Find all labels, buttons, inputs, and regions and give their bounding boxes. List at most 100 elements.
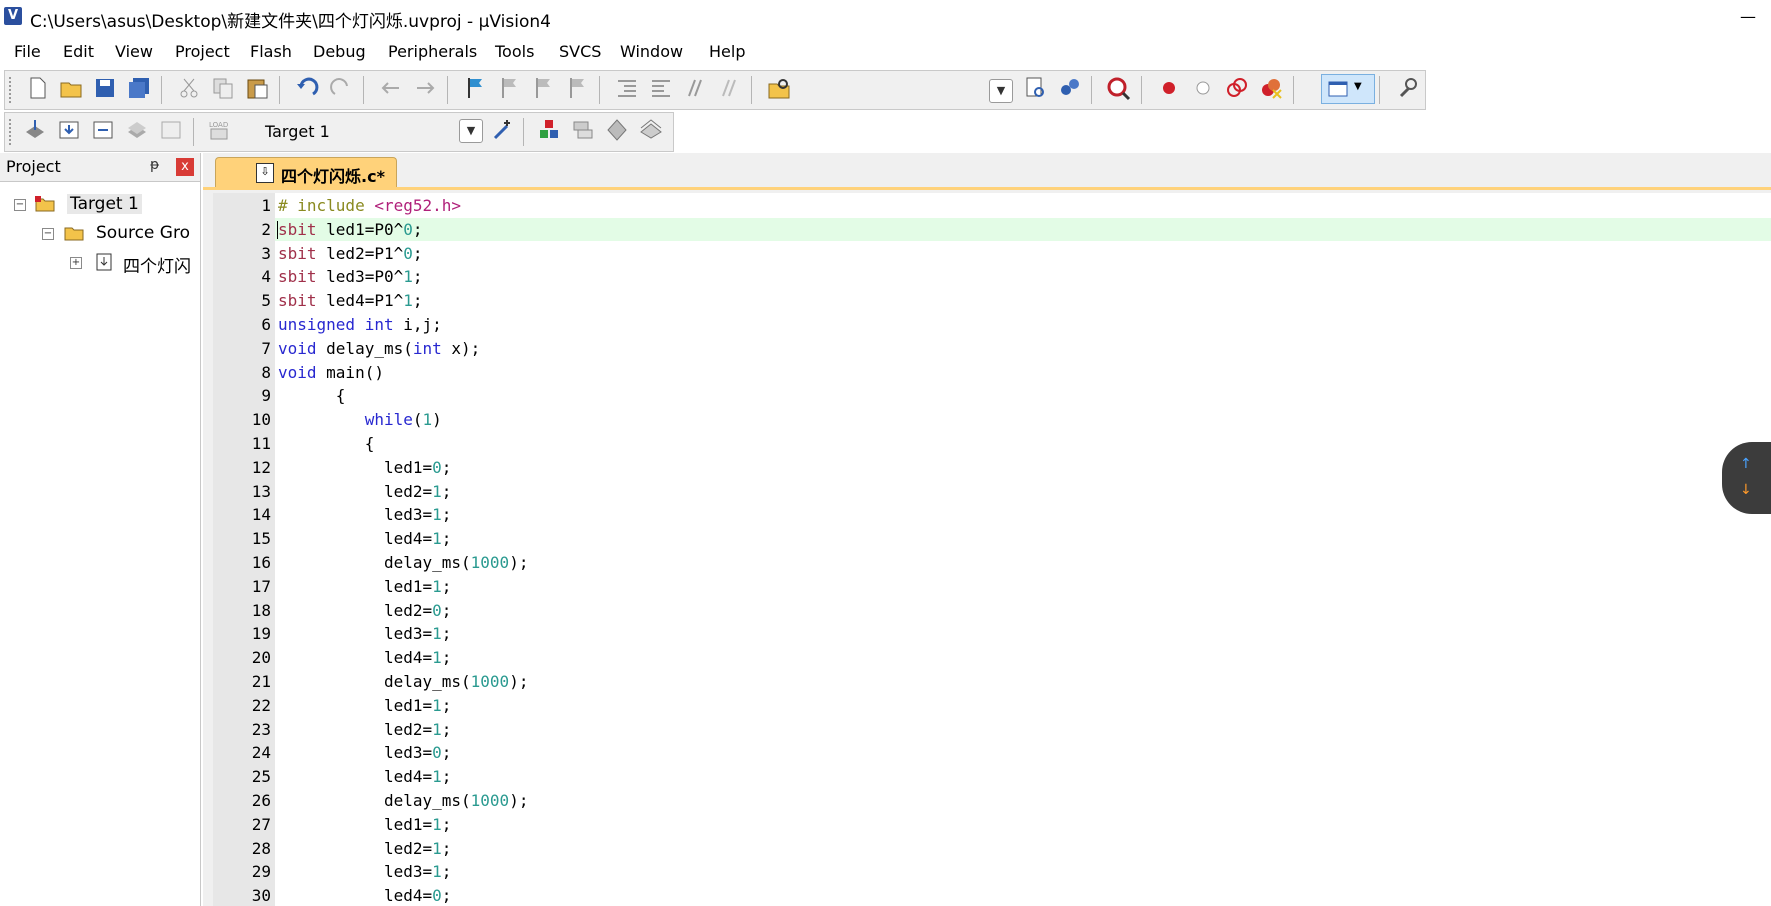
kill-all-breakpoints-icon[interactable]	[1257, 74, 1285, 102]
disable-all-breakpoints-icon[interactable]	[1223, 74, 1251, 102]
menu-peripherals[interactable]: Peripherals	[388, 42, 477, 61]
scroll-helper-widget[interactable]: ↑ ↓	[1722, 442, 1771, 514]
code-token: 0	[432, 458, 442, 477]
menu-edit[interactable]: Edit	[63, 42, 94, 61]
code-line: led1=1;	[278, 815, 451, 834]
expand-file-icon[interactable]: +	[70, 257, 82, 269]
navigate-back-icon[interactable]	[377, 74, 405, 102]
tree-item-source-group[interactable]: − Source Gro	[0, 222, 200, 248]
target-folder-icon	[35, 196, 55, 212]
uncomment-icon[interactable]	[715, 74, 743, 102]
previous-bookmark-icon[interactable]	[495, 74, 523, 102]
incremental-find-icon[interactable]	[1055, 74, 1083, 102]
menu-svcs[interactable]: SVCS	[559, 42, 601, 61]
line-number: 3	[261, 244, 271, 263]
copy-icon[interactable]	[209, 74, 237, 102]
code-token: 0	[403, 220, 413, 239]
code-token: ;	[441, 743, 452, 762]
debug-session-icon[interactable]	[1105, 74, 1133, 102]
collapse-group-icon[interactable]: −	[42, 228, 54, 240]
line-number: 24	[251, 743, 271, 762]
tab-source-file[interactable]: ⇩ 四个灯闪烁.c*	[215, 157, 397, 188]
window-layout-button[interactable]: ▼	[1321, 74, 1375, 104]
clear-bookmarks-icon[interactable]	[563, 74, 591, 102]
minimize-button[interactable]: —	[1733, 2, 1763, 32]
open-folder-icon[interactable]	[57, 74, 85, 102]
toolbar-grip[interactable]	[9, 77, 14, 103]
code-token: led3=	[278, 862, 433, 881]
code-token: void	[278, 339, 317, 358]
indent-icon[interactable]	[613, 74, 641, 102]
code-line: led3=1;	[278, 505, 451, 524]
line-number: 29	[251, 862, 271, 881]
scroll-down-icon[interactable]: ↓	[1740, 482, 1752, 498]
batch-build-icon[interactable]	[123, 116, 151, 144]
code-token: led4=	[278, 529, 433, 548]
target-options-icon[interactable]	[489, 116, 517, 144]
menu-help[interactable]: Help	[709, 42, 745, 61]
code-token: 1	[432, 529, 442, 548]
close-panel-icon[interactable]: x	[176, 158, 194, 176]
collapse-target-icon[interactable]: −	[14, 199, 26, 211]
rebuild-icon[interactable]	[89, 116, 117, 144]
redo-icon[interactable]	[327, 74, 355, 102]
code-token: 1	[432, 839, 442, 858]
navigate-forward-icon[interactable]	[411, 74, 439, 102]
select-packs-icon[interactable]	[569, 116, 597, 144]
insert-breakpoint-icon[interactable]	[1155, 74, 1183, 102]
unindent-icon[interactable]	[647, 74, 675, 102]
code-token: sbit	[278, 244, 317, 263]
undo-icon[interactable]	[293, 74, 321, 102]
code-token: led4=	[278, 886, 433, 905]
cut-icon[interactable]	[175, 74, 203, 102]
line-number: 10	[251, 410, 271, 429]
stop-build-icon[interactable]	[157, 116, 185, 144]
enable-breakpoint-icon[interactable]	[1189, 74, 1217, 102]
find-icon[interactable]	[1021, 74, 1049, 102]
menu-flash[interactable]: Flash	[250, 42, 292, 61]
menu-debug[interactable]: Debug	[313, 42, 366, 61]
code-token: led3=	[278, 743, 433, 762]
save-all-icon[interactable]	[125, 74, 153, 102]
menu-view[interactable]: View	[115, 42, 153, 61]
code-token: # include	[278, 196, 375, 215]
translate-icon[interactable]	[21, 116, 49, 144]
find-dropdown[interactable]: ▼	[989, 79, 1013, 103]
manage-components-icon[interactable]	[603, 116, 631, 144]
window-title: C:\Users\asus\Desktop\新建文件夹\四个灯闪烁.uvproj…	[30, 12, 551, 32]
menu-tools[interactable]: Tools	[495, 42, 534, 61]
menu-file[interactable]: File	[14, 42, 41, 61]
pin-icon[interactable]: ᵽ	[150, 157, 159, 173]
next-bookmark-icon[interactable]	[529, 74, 557, 102]
build-icon[interactable]	[55, 116, 83, 144]
code-token: delay_ms(	[278, 672, 471, 691]
comment-icon[interactable]	[681, 74, 709, 102]
new-file-icon[interactable]	[23, 74, 51, 102]
target-dropdown-arrow[interactable]: ▼	[459, 119, 483, 143]
toolbar-separator	[161, 76, 162, 104]
pack-installer-icon[interactable]	[637, 116, 665, 144]
tree-item-target[interactable]: − Target 1	[0, 193, 200, 219]
code-token: ;	[441, 624, 452, 643]
toolbar-separator	[363, 76, 364, 104]
target-select-value: Target 1	[265, 122, 330, 141]
text-caret	[277, 221, 278, 239]
scroll-up-icon[interactable]: ↑	[1740, 456, 1752, 472]
tree-item-file[interactable]: + 四个灯闪	[0, 251, 200, 277]
menu-window[interactable]: Window	[620, 42, 683, 61]
target-select[interactable]: Target 1 ▼	[257, 117, 483, 145]
configure-wrench-icon[interactable]	[1393, 74, 1421, 102]
code-token: 1000	[470, 672, 510, 691]
save-icon[interactable]	[91, 74, 119, 102]
code-token: 0	[432, 743, 442, 762]
toolbar-grip[interactable]	[9, 119, 14, 145]
find-in-files-icon[interactable]	[765, 74, 793, 102]
insert-bookmark-icon[interactable]	[461, 74, 489, 102]
c-file-icon	[96, 253, 112, 271]
download-load-icon[interactable]: LOAD	[205, 116, 233, 144]
menu-project[interactable]: Project	[175, 42, 230, 61]
paste-icon[interactable]	[243, 74, 271, 102]
toolbar-separator	[1379, 76, 1380, 104]
manage-project-items-icon[interactable]	[535, 116, 563, 144]
